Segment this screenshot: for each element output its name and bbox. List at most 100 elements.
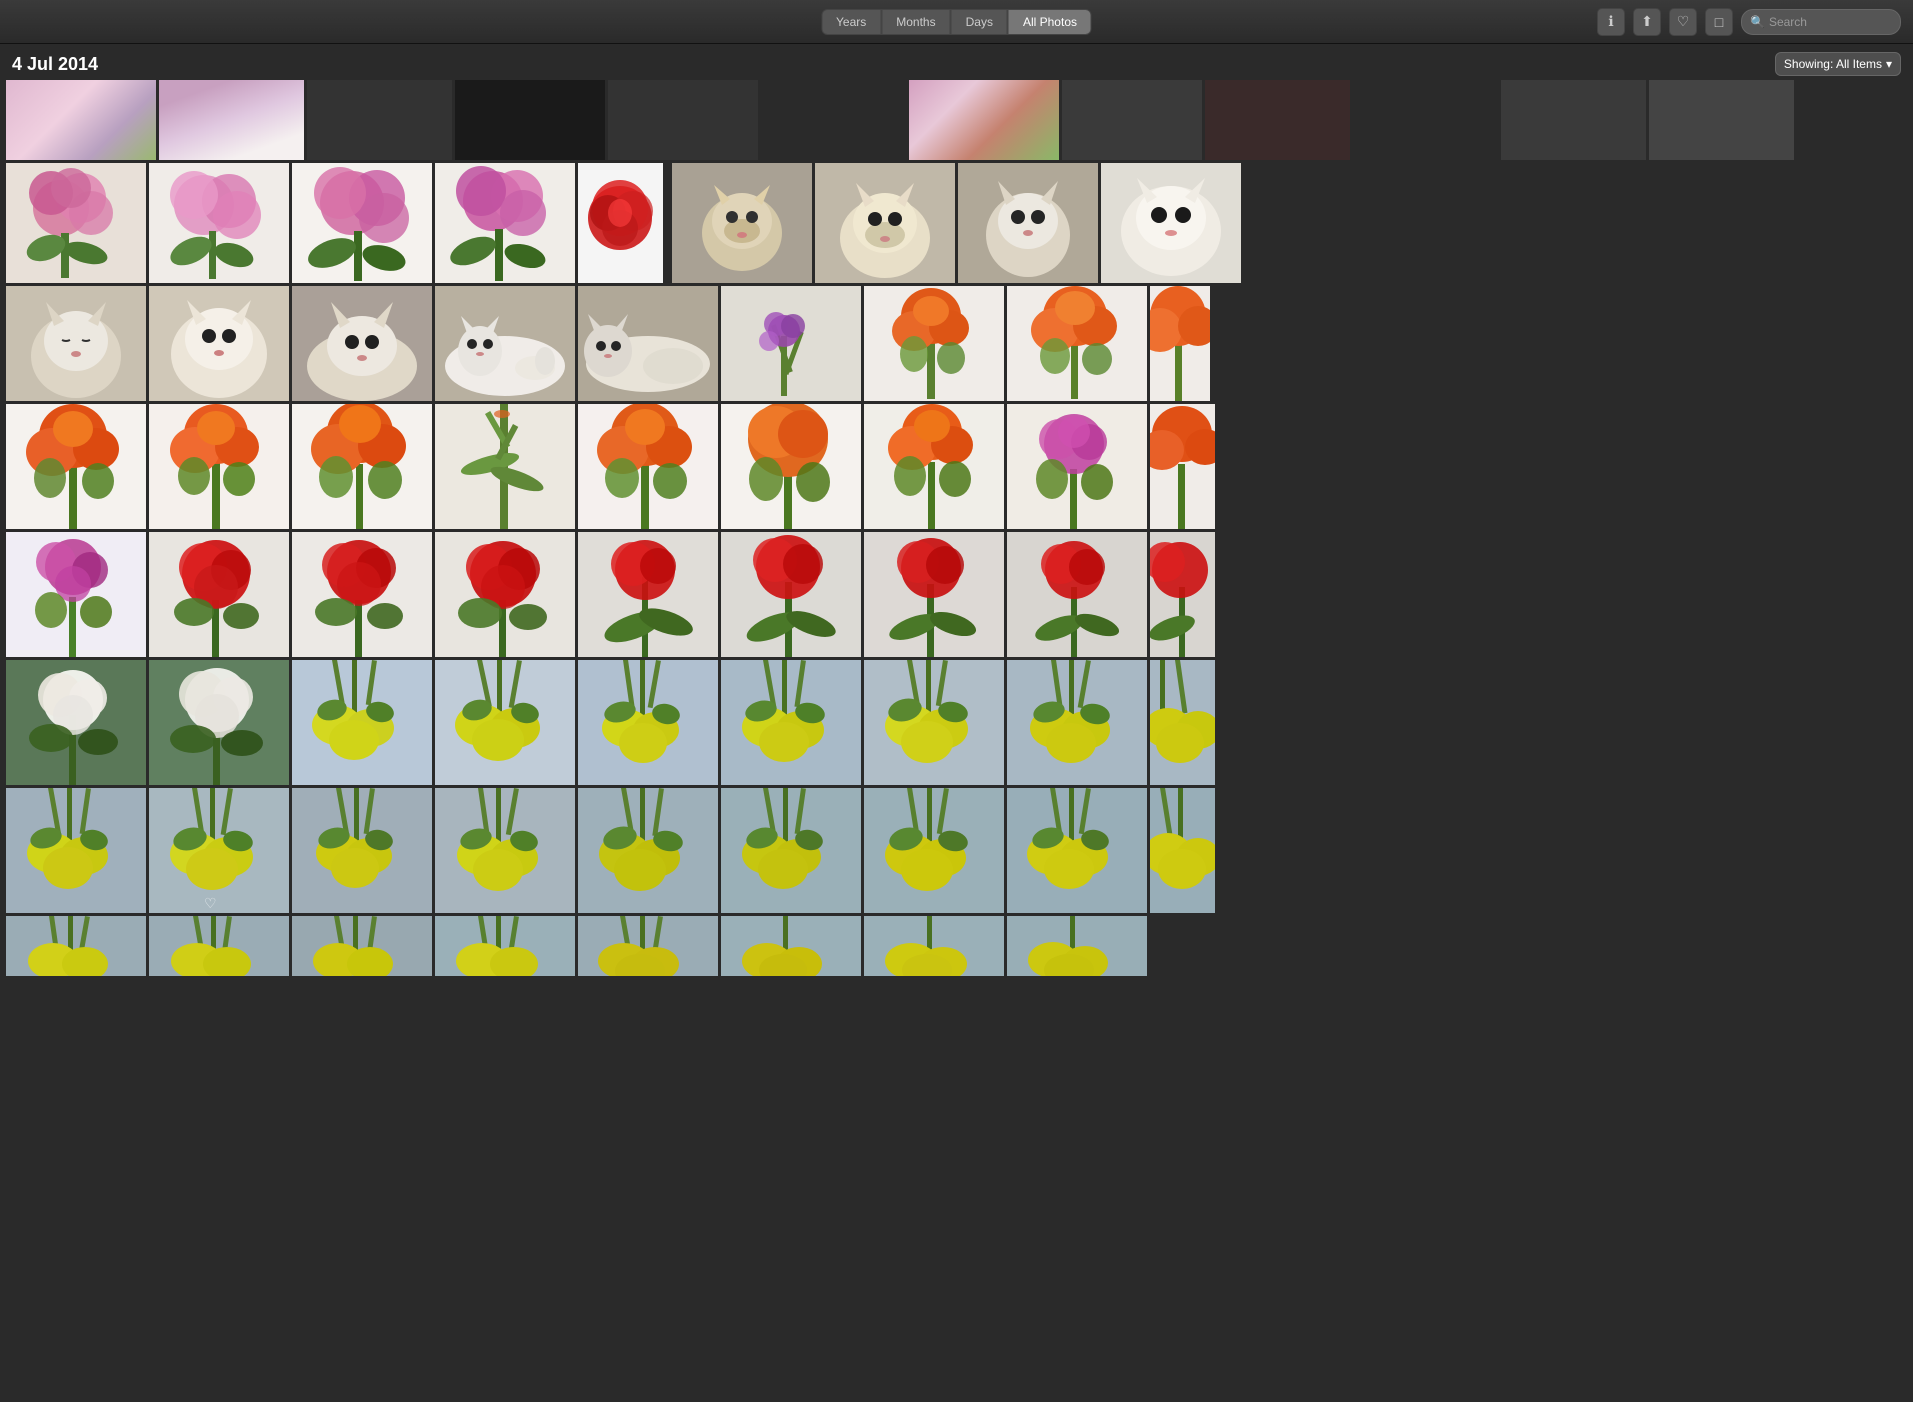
list-item[interactable] — [1007, 788, 1147, 913]
list-item[interactable] — [578, 286, 718, 401]
list-item[interactable] — [292, 660, 432, 785]
photo-row-3 — [0, 404, 1913, 532]
tab-all-photos[interactable]: All Photos — [1008, 9, 1092, 35]
list-item[interactable] — [6, 286, 146, 401]
list-item[interactable] — [721, 660, 861, 785]
search-icon: 🔍 — [1750, 15, 1765, 29]
list-item[interactable] — [292, 532, 432, 657]
list-item[interactable] — [1007, 286, 1147, 401]
list-item[interactable] — [909, 80, 1059, 160]
list-item[interactable] — [292, 788, 432, 913]
list-item[interactable] — [1649, 80, 1794, 160]
share-icon: ⬆ — [1641, 13, 1653, 30]
list-item[interactable] — [864, 660, 1004, 785]
list-item[interactable] — [149, 532, 289, 657]
list-item[interactable] — [6, 660, 146, 785]
list-item[interactable] — [864, 404, 1004, 529]
tab-days[interactable]: Days — [951, 9, 1008, 35]
tab-years[interactable]: Years — [821, 9, 881, 35]
list-item[interactable] — [149, 163, 289, 283]
info-button[interactable]: ℹ — [1597, 8, 1625, 36]
list-item[interactable] — [6, 788, 146, 913]
list-item[interactable] — [578, 660, 718, 785]
list-item[interactable] — [1150, 788, 1215, 913]
rotate-icon: □ — [1715, 14, 1723, 30]
list-item[interactable] — [6, 163, 146, 283]
list-item[interactable] — [1062, 80, 1202, 160]
list-item[interactable] — [149, 660, 289, 785]
list-item[interactable] — [435, 788, 575, 913]
toolbar-right: ℹ ⬆ ♡ □ 🔍 — [1597, 8, 1901, 36]
list-item[interactable] — [721, 286, 861, 401]
list-item[interactable] — [761, 80, 906, 160]
list-item[interactable] — [721, 404, 861, 529]
list-item[interactable] — [815, 163, 955, 283]
showing-label: Showing: All Items — [1784, 57, 1882, 71]
list-item[interactable] — [721, 788, 861, 913]
list-item[interactable] — [292, 286, 432, 401]
list-item[interactable] — [864, 916, 1004, 976]
list-item[interactable] — [292, 916, 432, 976]
list-item[interactable] — [721, 532, 861, 657]
search-input[interactable] — [1769, 15, 1889, 29]
list-item[interactable] — [435, 163, 575, 283]
list-item[interactable] — [1150, 660, 1215, 785]
list-item[interactable] — [6, 532, 146, 657]
heart-icon: ♡ — [1677, 13, 1690, 30]
list-item[interactable] — [1150, 404, 1215, 529]
list-item[interactable] — [455, 80, 605, 160]
list-item[interactable] — [578, 788, 718, 913]
strip-row-top — [0, 80, 1913, 160]
rotate-button[interactable]: □ — [1705, 8, 1733, 36]
list-item[interactable] — [1007, 660, 1147, 785]
list-item[interactable] — [1007, 532, 1147, 657]
list-item[interactable] — [864, 788, 1004, 913]
showing-dropdown[interactable]: Showing: All Items ▾ — [1775, 52, 1901, 76]
list-item[interactable] — [292, 404, 432, 529]
list-item[interactable] — [149, 286, 289, 401]
list-item[interactable] — [292, 163, 432, 283]
list-item[interactable] — [1150, 532, 1215, 657]
list-item[interactable] — [6, 80, 156, 160]
list-item[interactable] — [159, 80, 304, 160]
search-box[interactable]: 🔍 — [1741, 9, 1901, 35]
list-item[interactable] — [1501, 80, 1646, 160]
list-item[interactable] — [672, 163, 812, 283]
toolbar: Years Months Days All Photos ℹ ⬆ ♡ □ 🔍 — [0, 0, 1913, 44]
list-item[interactable] — [958, 163, 1098, 283]
list-item[interactable] — [578, 916, 718, 976]
list-item[interactable] — [1007, 404, 1147, 529]
list-item[interactable] — [149, 916, 289, 976]
list-item[interactable] — [149, 404, 289, 529]
list-item[interactable] — [578, 532, 718, 657]
list-item[interactable] — [1007, 916, 1147, 976]
photo-library-content: 4 Jul 2014 Showing: All Items ▾ — [0, 44, 1913, 1402]
info-icon: ℹ — [1608, 13, 1613, 30]
photo-row-2 — [0, 286, 1913, 404]
list-item[interactable] — [608, 80, 758, 160]
list-item[interactable] — [435, 404, 575, 529]
favorite-button[interactable]: ♡ — [1669, 8, 1697, 36]
list-item[interactable] — [6, 404, 146, 529]
photo-row-4 — [0, 532, 1913, 660]
list-item[interactable] — [6, 916, 146, 976]
photo-row-7 — [0, 916, 1913, 979]
list-item[interactable] — [435, 916, 575, 976]
list-item[interactable]: ♡ — [149, 788, 289, 913]
share-button[interactable]: ⬆ — [1633, 8, 1661, 36]
list-item[interactable] — [1205, 80, 1350, 160]
list-item[interactable] — [435, 286, 575, 401]
list-item[interactable] — [435, 532, 575, 657]
list-item[interactable] — [864, 532, 1004, 657]
list-item[interactable] — [1101, 163, 1241, 283]
list-item[interactable] — [721, 916, 861, 976]
list-item[interactable] — [578, 163, 663, 283]
list-item[interactable] — [435, 660, 575, 785]
list-item[interactable] — [307, 80, 452, 160]
list-item[interactable] — [578, 404, 718, 529]
tab-months[interactable]: Months — [881, 9, 950, 35]
list-item[interactable] — [1353, 80, 1498, 160]
photo-row-1 — [0, 163, 1913, 286]
list-item[interactable] — [1150, 286, 1210, 401]
list-item[interactable] — [864, 286, 1004, 401]
